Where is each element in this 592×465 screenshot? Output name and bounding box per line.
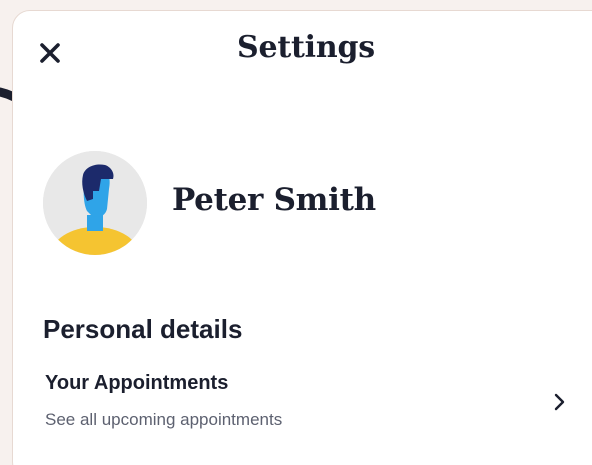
section-heading-personal-details: Personal details: [43, 314, 243, 344]
chevron-right-icon: [554, 393, 565, 411]
list-item-title: Your Appointments: [45, 372, 229, 394]
list-item-subtitle: See all upcoming appointments: [45, 410, 283, 429]
close-button[interactable]: [35, 38, 65, 68]
close-icon: [40, 43, 60, 63]
avatar[interactable]: [43, 151, 147, 255]
user-name: Peter Smith: [172, 182, 376, 218]
page-title: Settings: [237, 30, 375, 65]
user-avatar-icon: [43, 151, 147, 255]
list-item-your-appointments[interactable]: Your Appointments See all upcoming appoi…: [38, 366, 588, 444]
